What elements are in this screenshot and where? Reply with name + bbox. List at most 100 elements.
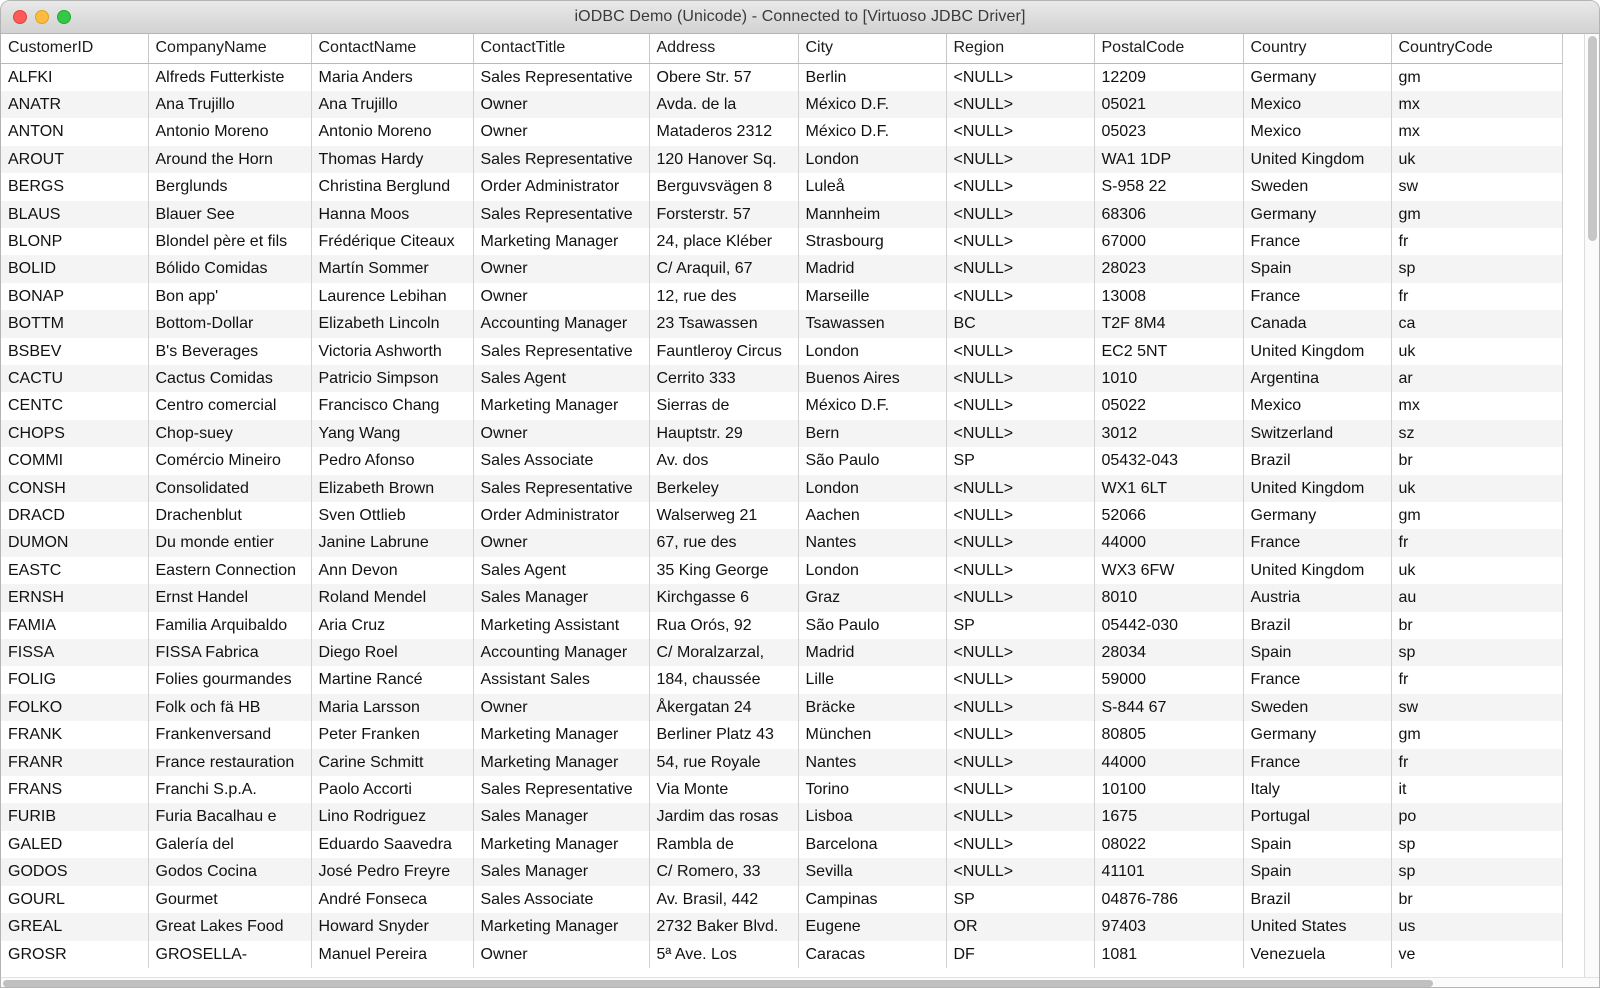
table-cell[interactable]: 44000	[1094, 748, 1244, 777]
table-cell[interactable]: Mannheim	[798, 200, 947, 228]
horizontal-scrollbar[interactable]	[1, 977, 1599, 987]
table-cell[interactable]: Spain	[1243, 858, 1392, 886]
table-cell[interactable]: France	[1243, 529, 1392, 557]
table-cell[interactable]: sp	[1391, 830, 1563, 859]
table-cell[interactable]: Sales Representative	[473, 337, 650, 365]
table-cell[interactable]: 12, rue des	[649, 282, 799, 311]
results-grid-container[interactable]: CustomerID CompanyName ContactName ContactT…	[1, 34, 1599, 987]
table-cell[interactable]: Sven Ottlieb	[311, 502, 474, 530]
table-row[interactable]: FAMIA Familia Arquibaldo Aria Cruz Marketin…	[1, 611, 1563, 640]
table-cell[interactable]: Nantes	[798, 529, 947, 557]
table-cell[interactable]: Sales Representative	[473, 474, 650, 502]
table-cell[interactable]: uk	[1391, 556, 1563, 585]
table-cell[interactable]: Order Administrator	[473, 502, 650, 530]
table-row[interactable]: FISSA FISSA Fabrica Diego Roel Accounting M…	[1, 639, 1563, 667]
table-cell[interactable]: Franchi S.p.A.	[148, 776, 312, 804]
table-cell[interactable]: José Pedro Freyre	[311, 858, 474, 886]
table-cell[interactable]: <NULL>	[946, 200, 1095, 228]
table-cell[interactable]: 1081	[1094, 940, 1244, 968]
table-cell[interactable]: FOLKO	[1, 693, 149, 722]
table-cell[interactable]: Chop-suey	[148, 419, 312, 448]
table-row[interactable]: GOURL Gourmet André Fonseca Sales Associate…	[1, 885, 1563, 914]
table-cell[interactable]: Marketing Manager	[473, 392, 650, 420]
maximize-window-button[interactable]	[57, 10, 71, 24]
table-cell[interactable]: WX3 6FW	[1094, 556, 1244, 585]
table-cell[interactable]: BLONP	[1, 227, 149, 256]
table-cell[interactable]: Hanna Moos	[311, 200, 474, 228]
table-cell[interactable]: 97403	[1094, 913, 1244, 941]
table-cell[interactable]: 1675	[1094, 803, 1244, 831]
table-cell[interactable]: 184, chaussée	[649, 666, 799, 694]
table-cell[interactable]: ANTON	[1, 118, 149, 146]
table-cell[interactable]: São Paulo	[798, 447, 947, 475]
table-cell[interactable]: FAMIA	[1, 611, 149, 640]
table-row[interactable]: DUMON Du monde entier Janine Labrune Owner 6…	[1, 529, 1563, 557]
table-cell[interactable]: Howard Snyder	[311, 913, 474, 941]
table-cell[interactable]: br	[1391, 611, 1563, 640]
column-header-country[interactable]: Country	[1243, 34, 1392, 64]
table-cell[interactable]: sw	[1391, 693, 1563, 722]
table-cell[interactable]: EASTC	[1, 556, 149, 585]
table-cell[interactable]: Marseille	[798, 282, 947, 311]
table-cell[interactable]: <NULL>	[946, 419, 1095, 448]
table-row[interactable]: CACTU Cactus Comidas Patricio Simpson Sales…	[1, 364, 1563, 393]
table-cell[interactable]: Owner	[473, 419, 650, 448]
table-cell[interactable]: Marketing Manager	[473, 721, 650, 749]
table-cell[interactable]: Sales Agent	[473, 556, 650, 585]
table-cell[interactable]: Owner	[473, 282, 650, 311]
table-cell[interactable]: SP	[946, 447, 1095, 475]
table-cell[interactable]: United Kingdom	[1243, 556, 1392, 585]
table-cell[interactable]: Switzerland	[1243, 419, 1392, 448]
table-cell[interactable]: France restauration	[148, 748, 312, 777]
table-row[interactable]: BOLID Bólido Comidas Martín Sommer Owner C/ …	[1, 255, 1563, 283]
table-row[interactable]: GREAL Great Lakes Food Howard Snyder Market…	[1, 913, 1563, 941]
table-row[interactable]: ALFKI Alfreds Futterkiste Maria Anders Sale…	[1, 63, 1563, 91]
table-cell[interactable]: SP	[946, 611, 1095, 640]
table-cell[interactable]: Sales Representative	[473, 63, 650, 91]
table-cell[interactable]: Luleå	[798, 173, 947, 201]
table-cell[interactable]: BOLID	[1, 255, 149, 283]
table-cell[interactable]: uk	[1391, 337, 1563, 365]
table-cell[interactable]: S-844 67	[1094, 693, 1244, 722]
table-cell[interactable]: Patricio Simpson	[311, 364, 474, 393]
table-cell[interactable]: Sales Manager	[473, 803, 650, 831]
table-cell[interactable]: Martine Rancé	[311, 666, 474, 694]
table-cell[interactable]: Lille	[798, 666, 947, 694]
table-cell[interactable]: Strasbourg	[798, 227, 947, 256]
table-cell[interactable]: OR	[946, 913, 1095, 941]
table-cell[interactable]: C/ Moralzarzal,	[649, 639, 799, 667]
table-cell[interactable]: Du monde entier	[148, 529, 312, 557]
table-row[interactable]: BLAUS Blauer See Hanna Moos Sales Represent…	[1, 200, 1563, 228]
table-cell[interactable]: 35 King George	[649, 556, 799, 585]
table-cell[interactable]: FRANK	[1, 721, 149, 749]
table-cell[interactable]: Sales Representative	[473, 776, 650, 804]
table-cell[interactable]: FURIB	[1, 803, 149, 831]
table-row[interactable]: CONSH Consolidated Elizabeth Brown Sales Re…	[1, 474, 1563, 502]
table-row[interactable]: ANATR Ana Trujillo Ana Trujillo Owner Avda. …	[1, 90, 1563, 119]
table-cell[interactable]: DUMON	[1, 529, 149, 557]
table-cell[interactable]: 24, place Kléber	[649, 227, 799, 256]
table-cell[interactable]: <NULL>	[946, 693, 1095, 722]
table-cell[interactable]: CACTU	[1, 364, 149, 393]
table-cell[interactable]: London	[798, 556, 947, 585]
table-row[interactable]: AROUT Around the Horn Thomas Hardy Sales Re…	[1, 145, 1563, 174]
table-cell[interactable]: AROUT	[1, 145, 149, 174]
table-cell[interactable]: gm	[1391, 721, 1563, 749]
table-cell[interactable]: Consolidated	[148, 474, 312, 502]
table-cell[interactable]: <NULL>	[946, 364, 1095, 393]
table-cell[interactable]: 2732 Baker Blvd.	[649, 913, 799, 941]
table-cell[interactable]: Centro comercial	[148, 392, 312, 420]
vertical-scrollbar-thumb[interactable]	[1588, 36, 1597, 241]
table-cell[interactable]: 54, rue Royale	[649, 748, 799, 777]
table-cell[interactable]: 80805	[1094, 721, 1244, 749]
table-cell[interactable]: T2F 8M4	[1094, 310, 1244, 338]
table-cell[interactable]: München	[798, 721, 947, 749]
table-row[interactable]: ERNSH Ernst Handel Roland Mendel Sales Mana…	[1, 584, 1563, 612]
table-cell[interactable]: Marketing Assistant	[473, 611, 650, 640]
table-cell[interactable]: <NULL>	[946, 721, 1095, 749]
table-cell[interactable]: Mexico	[1243, 392, 1392, 420]
table-cell[interactable]: GOURL	[1, 885, 149, 914]
table-cell[interactable]: sp	[1391, 639, 1563, 667]
table-cell[interactable]: Brazil	[1243, 611, 1392, 640]
table-cell[interactable]: Galería del	[148, 830, 312, 859]
